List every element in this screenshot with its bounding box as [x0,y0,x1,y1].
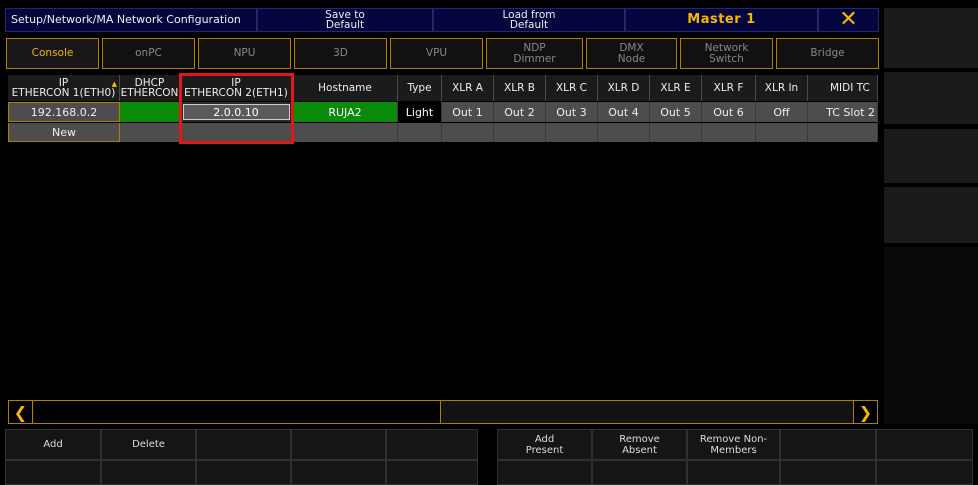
tab-bridge[interactable]: Bridge [776,38,879,69]
scrollbar-thumb[interactable] [34,401,441,423]
empty-button[interactable] [101,460,196,485]
column-header-xlr-a[interactable]: XLR A [442,75,494,101]
new-row-cell [756,123,808,142]
new-row-cell [494,123,546,142]
delete-button[interactable]: Delete [101,429,196,460]
master-label: Master 1 [625,8,818,32]
tab-vpu[interactable]: VPU [390,38,483,69]
sort-arrow-icon: ▲ [111,80,117,88]
empty-button[interactable] [196,460,291,485]
new-row-cell [650,123,702,142]
cell-xlr-a[interactable]: Out 1 [442,102,494,122]
remove-absent-button[interactable]: Remove Absent [592,429,687,460]
tab-dmx-node-label: DMX Node [617,41,646,65]
tab-ndp-dimmer-label: NDP Dimmer [513,41,556,65]
new-row-button[interactable]: New [8,123,120,142]
column-header-midi-tc[interactable]: MIDI TC [808,75,878,101]
column-header-xlr-d[interactable]: XLR D [598,75,650,101]
new-row-cell [598,123,650,142]
new-row-cell [442,123,494,142]
tab-ndp-dimmer[interactable]: NDP Dimmer [486,38,583,69]
tab-network-switch-label: Network Switch [704,41,749,65]
add-button[interactable]: Add [5,429,101,460]
save-default-label: Save to Default [325,9,365,31]
window-title: Setup/Network/MA Network Configuration [5,8,257,32]
remove-absent-label: Remove Absent [619,433,660,456]
empty-button[interactable] [876,429,973,460]
new-row-cell [808,123,878,142]
tab-network-switch[interactable]: Network Switch [680,38,773,69]
column-header-xlr-c[interactable]: XLR C [546,75,598,101]
side-panel-top [884,8,978,69]
empty-button[interactable] [196,429,291,460]
empty-button[interactable] [291,429,386,460]
side-panel-empty [884,247,978,425]
empty-button[interactable] [386,429,478,460]
column-header-xlr-e[interactable]: XLR E [650,75,702,101]
highlight-box [179,73,294,144]
cell-xlr-f[interactable]: Out 6 [702,102,756,122]
new-row-cell [293,123,398,142]
close-button[interactable]: ✕ [818,8,879,32]
cell-hostname[interactable]: RUJA2 [293,102,398,122]
chevron-right-icon: ❯ [858,402,873,422]
header-ip-eth0-line2: ETHERCON 1(ETH0) [11,87,116,99]
load-default-label: Load from Default [502,9,556,31]
scroll-left-button[interactable]: ❮ [9,401,33,423]
cell-xlr-d[interactable]: Out 4 [598,102,650,122]
tab-onpc[interactable]: onPC [102,38,195,69]
column-header-xlr-b[interactable]: XLR B [494,75,546,101]
remove-non-members-label: Remove Non-Members [699,433,768,456]
column-header-dhcp[interactable]: DHCP ETHERCON [120,75,180,101]
chevron-left-icon: ❮ [13,402,28,422]
tab-console[interactable]: Console [6,38,99,69]
header-dhcp-line2: ETHERCON [120,87,179,99]
empty-button[interactable] [5,460,101,485]
cell-midi-tc[interactable]: TC Slot 2 [808,102,878,122]
new-row-cell [398,123,442,142]
cell-xlr-in[interactable]: Off [756,102,808,122]
side-panel-3[interactable] [884,187,978,244]
empty-button[interactable] [687,460,780,485]
side-panel-1[interactable] [884,72,978,125]
column-header-xlr-f[interactable]: XLR F [702,75,756,101]
column-header-type[interactable]: Type [398,75,442,101]
new-row-cell [120,123,180,142]
side-panel-2[interactable] [884,129,978,184]
save-default-button[interactable]: Save to Default [257,8,433,32]
empty-button[interactable] [592,460,687,485]
cell-xlr-b[interactable]: Out 2 [494,102,546,122]
add-present-button[interactable]: Add Present [497,429,592,460]
load-default-button[interactable]: Load from Default [433,8,625,32]
cell-type[interactable]: Light [398,102,442,122]
new-row-cell [546,123,598,142]
remove-non-members-button[interactable]: Remove Non-Members [687,429,780,460]
empty-button[interactable] [386,460,478,485]
close-x-icon: ✕ [839,7,858,32]
cell-xlr-e[interactable]: Out 5 [650,102,702,122]
empty-button[interactable] [876,460,973,485]
tab-npu[interactable]: NPU [198,38,291,69]
empty-button[interactable] [780,429,876,460]
header-midi-tc-label: MIDI TC [830,82,870,94]
new-row-cell [702,123,756,142]
tab-3d[interactable]: 3D [294,38,387,69]
empty-button[interactable] [497,460,592,485]
column-header-ip-eth0[interactable]: IP ETHERCON 1(ETH0) ▲ [8,75,120,101]
empty-button[interactable] [291,460,386,485]
scroll-right-button[interactable]: ❯ [853,401,877,423]
empty-button[interactable] [780,460,876,485]
cell-xlr-c[interactable]: Out 3 [546,102,598,122]
cell-ip-eth0[interactable]: 192.168.0.2 [8,102,120,122]
cell-dhcp[interactable] [120,102,180,122]
add-present-label: Add Present [525,433,564,456]
tab-dmx-node[interactable]: DMX Node [586,38,677,69]
column-header-xlr-in[interactable]: XLR In [756,75,808,101]
column-header-hostname[interactable]: Hostname [293,75,398,101]
